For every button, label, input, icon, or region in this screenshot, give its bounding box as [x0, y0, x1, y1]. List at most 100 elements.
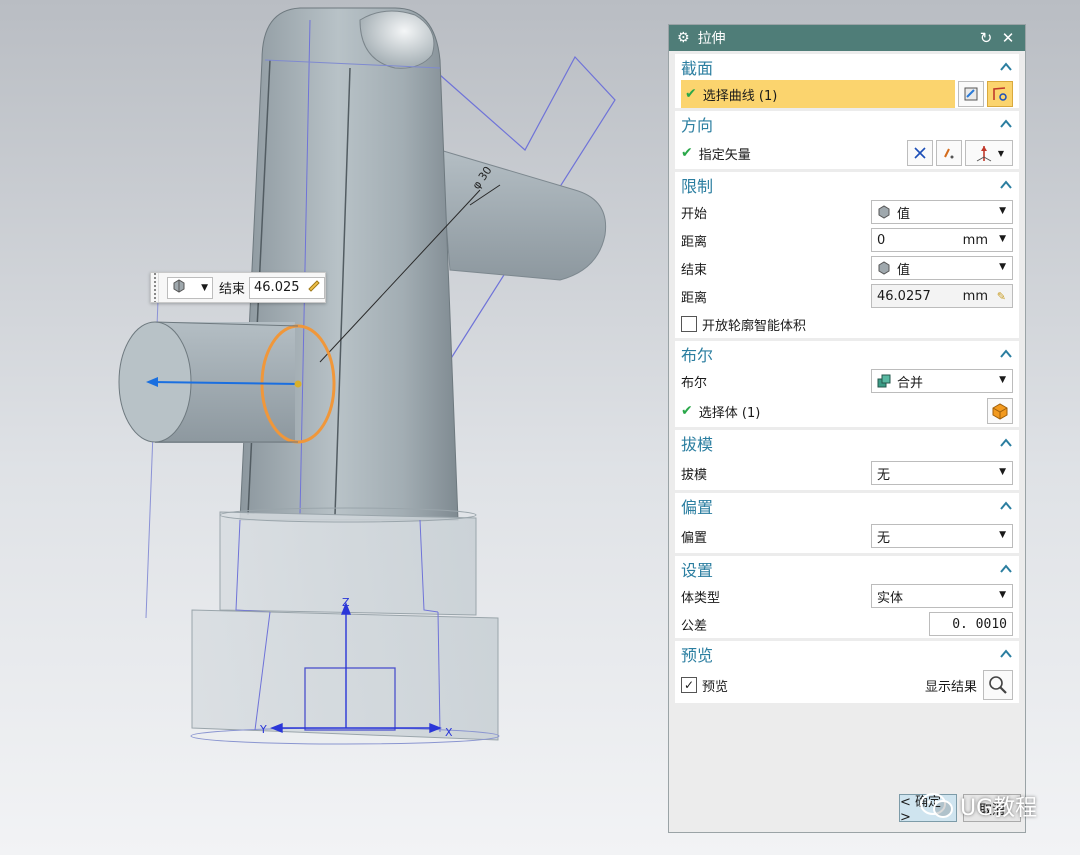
ruler-icon[interactable]: ✎ [997, 290, 1006, 303]
reverse-direction-button[interactable] [907, 140, 933, 166]
boolean-select[interactable]: 合并 ▼ [871, 369, 1013, 393]
limits-section: 限制 开始 值 ▼ 距离 0 mm ▼ 结束 值 ▼ 距离 46.0257 mm… [675, 172, 1019, 338]
watermark: UG教程 [920, 790, 1037, 822]
vector-icon [944, 148, 954, 159]
gear-icon[interactable]: ⚙ [677, 30, 690, 46]
collapse-icon[interactable] [999, 499, 1013, 513]
tolerance-row: 公差 0. 0010 [675, 610, 1019, 638]
preview-section: 预览 ✓ 预览 显示结果 [675, 641, 1019, 703]
collapse-icon[interactable] [999, 436, 1013, 450]
open-profile-row[interactable]: 开放轮廓智能体积 [675, 310, 1019, 338]
wechat-icon [920, 793, 953, 818]
boolean-title: 布尔 [681, 346, 714, 365]
open-profile-checkbox[interactable] [681, 316, 697, 332]
draft-label: 拔模 [681, 467, 708, 483]
settings-header[interactable]: 设置 [675, 556, 1019, 582]
select-body-row[interactable]: ✔ 选择体 (1) [675, 395, 1019, 427]
end-option-select[interactable]: 值 ▼ [871, 256, 1013, 280]
distance1-label: 距离 [681, 234, 708, 250]
direction-section: 方向 ✔ 指定矢量 ▼ [675, 111, 1019, 169]
tolerance-label: 公差 [681, 618, 708, 634]
distance2-input[interactable]: 46.0257 mm ✎ [871, 284, 1013, 308]
start-row: 开始 值 ▼ [675, 198, 1019, 226]
chevron-down-icon: ▼ [999, 590, 1006, 600]
offset-title: 偏置 [681, 498, 714, 517]
draft-title: 拔模 [681, 435, 714, 454]
offset-select[interactable]: 无 ▼ [871, 524, 1013, 548]
direction-title: 方向 [681, 116, 714, 135]
chevron-down-icon: ▼ [201, 282, 208, 293]
distance2-value: 46.0257 [877, 288, 931, 304]
base-lower [190, 609, 500, 745]
collapse-icon[interactable] [999, 647, 1013, 661]
draft-row: 拔模 无 ▼ [675, 456, 1019, 490]
select-body-button[interactable] [987, 398, 1013, 424]
end-row: 结束 值 ▼ [675, 254, 1019, 282]
chevron-down-icon: ▼ [999, 467, 1006, 477]
start-option-value: 值 [897, 206, 911, 222]
direction-header[interactable]: 方向 [675, 111, 1019, 137]
preview-title: 预览 [681, 646, 714, 665]
section-section: 截面 ✔ 选择曲线 (1) [675, 54, 1019, 108]
collapse-icon[interactable] [999, 347, 1013, 361]
on-screen-end-input[interactable]: ▼ 结束 46.025 [150, 272, 326, 303]
preview-checkbox[interactable]: ✓ [681, 677, 697, 693]
preview-header[interactable]: 预览 [675, 641, 1019, 667]
boolean-row: 布尔 合并 ▼ [675, 367, 1019, 395]
axis-z-label: Z [342, 596, 350, 609]
offset-header[interactable]: 偏置 [675, 493, 1019, 519]
value-mode-icon [878, 261, 890, 275]
end-value-field[interactable]: 46.025 [249, 276, 326, 299]
preview-row: ✓ 预览 显示结果 [675, 667, 1019, 703]
end-mode-dropdown[interactable]: ▼ [167, 276, 213, 299]
end-value: 46.025 [254, 280, 300, 295]
main-body [239, 7, 459, 521]
dialog-titlebar[interactable]: ⚙ 拉伸 ↻ ✕ [669, 25, 1025, 51]
body-type-label: 体类型 [681, 590, 721, 606]
axis-y-label: Y [259, 723, 267, 736]
offset-option-value: 无 [877, 530, 891, 546]
draft-header[interactable]: 拔模 [675, 430, 1019, 456]
chevron-down-icon: ▼ [999, 375, 1006, 385]
draft-select[interactable]: 无 ▼ [871, 461, 1013, 485]
vector-dialog-button[interactable] [936, 140, 962, 166]
check-icon: ✔ [681, 403, 693, 419]
curve-button[interactable] [987, 81, 1013, 107]
collapse-icon[interactable] [999, 60, 1013, 74]
drag-handle[interactable] [151, 273, 159, 302]
limits-header[interactable]: 限制 [675, 172, 1019, 198]
show-result-label: 显示结果 [924, 679, 977, 695]
settings-section: 设置 体类型 实体 ▼ 公差 0. 0010 [675, 556, 1019, 638]
show-result-button[interactable] [983, 670, 1013, 700]
axis-x-label: X [445, 726, 453, 739]
distance1-row: 距离 0 mm ▼ [675, 226, 1019, 254]
start-option-select[interactable]: 值 ▼ [871, 200, 1013, 224]
specify-vector-row[interactable]: ✔ 指定矢量 ▼ [675, 137, 1019, 169]
axis-vector-icon [976, 146, 992, 162]
select-curve-row[interactable]: ✔ 选择曲线 (1) [675, 80, 1019, 108]
boolean-header[interactable]: 布尔 [675, 341, 1019, 367]
close-icon[interactable]: ✕ [999, 29, 1017, 47]
collapse-icon[interactable] [999, 562, 1013, 576]
body-type-select[interactable]: 实体 ▼ [871, 584, 1013, 608]
collapse-icon[interactable] [999, 178, 1013, 192]
collapse-icon[interactable] [999, 117, 1013, 131]
distance1-input[interactable]: 0 mm ▼ [871, 228, 1013, 252]
limits-title: 限制 [681, 177, 714, 196]
check-icon: ✔ [685, 86, 697, 102]
end-label: 结束 [681, 262, 708, 278]
distance2-unit: mm [962, 289, 988, 304]
select-curve-field[interactable]: ✔ 选择曲线 (1) [681, 80, 955, 108]
distance2-label: 距离 [681, 290, 708, 306]
chevron-down-icon[interactable]: ▼ [999, 234, 1006, 244]
tolerance-input[interactable]: 0. 0010 [929, 612, 1013, 636]
sketch-section-button[interactable] [958, 81, 984, 107]
section-title: 截面 [681, 59, 714, 78]
specify-vector-label: 指定矢量 [698, 147, 751, 163]
vector-type-dropdown[interactable]: ▼ [965, 140, 1013, 166]
ruler-icon[interactable] [308, 279, 320, 296]
reset-icon[interactable]: ↻ [977, 29, 995, 47]
section-header[interactable]: 截面 [675, 54, 1019, 80]
curve-icon [993, 87, 1007, 101]
check-icon: ✔ [681, 145, 693, 161]
